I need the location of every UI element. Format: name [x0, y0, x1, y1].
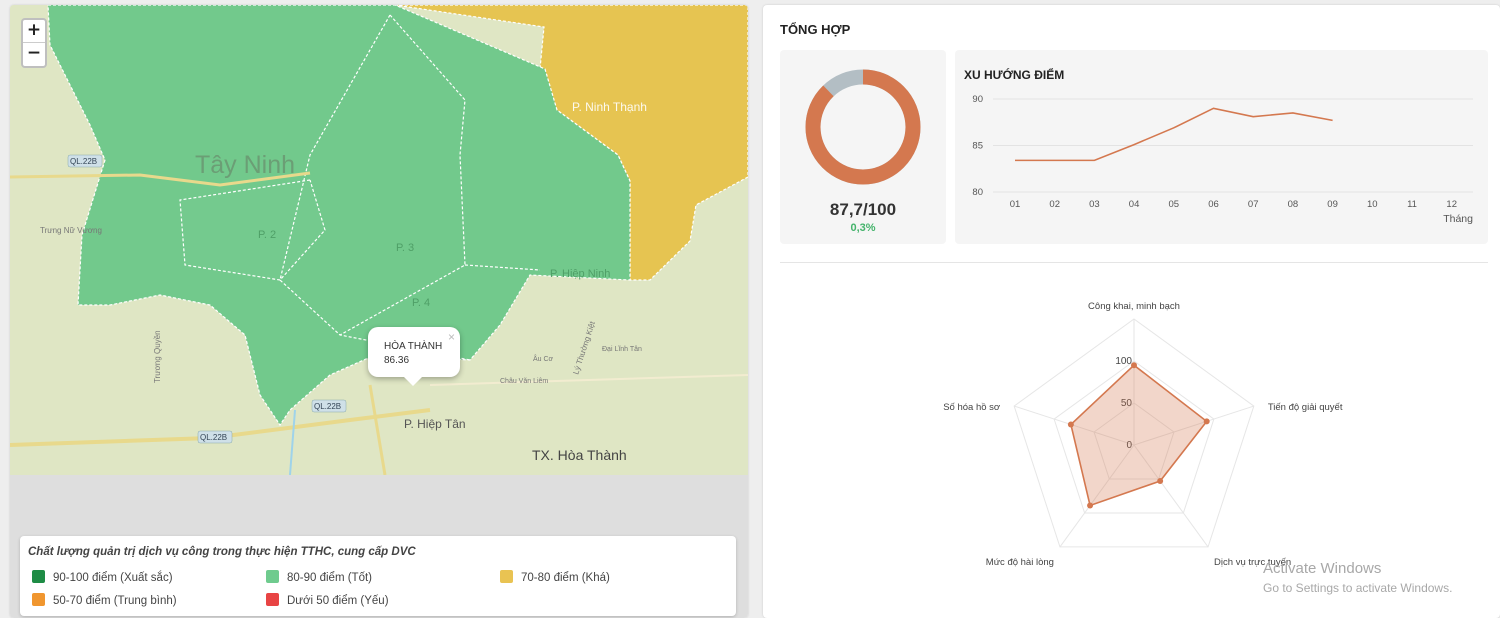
road-shield-1-label: QL.22B	[70, 157, 97, 166]
trend-card: XU HƯỚNG ĐIỂM 80 85 90 01 02 03 04 05 06 07 08 09 10…	[955, 50, 1488, 244]
legend-label: Dưới 50 điểm (Yếu)	[287, 595, 389, 607]
x-tick-label: 05	[1169, 199, 1180, 210]
legend-swatch	[500, 570, 513, 584]
legend-label: 50-70 điểm (Trung bình)	[53, 595, 177, 607]
x-tick-label: 06	[1208, 199, 1219, 210]
x-tick-label: 08	[1288, 199, 1299, 210]
legend-item-excellent: 90-100 điểm (Xuất sắc)	[32, 570, 173, 585]
legend-title: Chất lượng quản trị dịch vụ công trong t…	[28, 546, 416, 558]
x-axis-label: Tháng	[1443, 213, 1473, 225]
radar-point	[1087, 502, 1094, 509]
map-label-dai-linh-tan: Đại Lĩnh Tân	[602, 346, 642, 353]
score-donut	[805, 69, 921, 185]
radar-axis-label: Công khai, minh bạch	[1088, 301, 1180, 312]
map-popup: × HÒA THÀNH 86.36	[368, 327, 460, 386]
map-label-chau-van-liem: Châu Văn Liêm	[500, 378, 548, 385]
legend-label: 80-90 điểm (Tốt)	[287, 572, 373, 584]
score-value: 87,7/100	[829, 200, 897, 219]
map-label-hiep-ninh: P. Hiệp Ninh	[550, 268, 610, 280]
x-tick-label: 11	[1407, 199, 1417, 210]
legend-item-average: 50-70 điểm (Trung bình)	[32, 593, 177, 608]
x-tick-label: 01	[1010, 199, 1021, 210]
summary-title: TỔNG HỢP	[780, 22, 851, 37]
map-label-tx-hoa-thanh: TX. Hòa Thành	[532, 447, 627, 463]
x-tick-label: 10	[1367, 199, 1378, 210]
map-label-trung-nu-vuong: Trưng Nữ Vương	[40, 226, 102, 235]
x-tick-label: 04	[1129, 199, 1140, 210]
radar-point	[1131, 362, 1137, 369]
donut-score-arc	[805, 69, 921, 185]
summary-panel: TỔNG HỢP 87,7/100 0,3% XU HƯỚNG ĐIỂM 80 8…	[763, 5, 1500, 618]
x-tick-label: 09	[1327, 199, 1338, 210]
legend-swatch	[32, 593, 45, 607]
radar-axis-label: Số hóa hồ sơ	[943, 402, 1000, 413]
popup-value: 86.36	[384, 355, 410, 366]
popup-close-icon[interactable]: ×	[448, 330, 455, 344]
x-tick-label: 07	[1248, 199, 1259, 210]
y-tick-label: 80	[972, 187, 983, 198]
map-legend: Chất lượng quản trị dịch vụ công trong t…	[20, 536, 736, 616]
legend-swatch	[32, 570, 45, 584]
legend-item-good: 80-90 điểm (Tốt)	[266, 570, 373, 585]
watermark-line1: Activate Windows	[1263, 560, 1382, 577]
x-tick-label: 02	[1049, 199, 1060, 210]
radar-axis-label: Mức độ hài lòng	[986, 557, 1054, 568]
zoom-in-button[interactable]: +	[23, 20, 45, 43]
radar-tick-label: 100	[1115, 356, 1132, 367]
map-label-p4: P. 4	[412, 297, 430, 309]
legend-swatch	[266, 593, 279, 607]
y-tick-label: 90	[972, 94, 983, 105]
trend-line	[1015, 107, 1333, 162]
zoom-out-button[interactable]: −	[23, 43, 45, 66]
map-label-truong-quyen: Trương Quyền	[153, 330, 162, 383]
x-tick-label: 12	[1446, 199, 1457, 210]
radar-point	[1203, 418, 1210, 425]
radar-point	[1157, 478, 1164, 485]
legend-label: 70-80 điểm (Khá)	[521, 572, 610, 584]
map-svg[interactable]: Tây Ninh P. Ninh Thạnh P. 2 P. 3 P. Hiệp…	[10, 5, 748, 476]
trend-chart: 80 85 90 01 02 03 04 05 06 07 08 09 10 11 12 Tháng	[972, 94, 1473, 225]
radar-point	[1067, 421, 1074, 428]
legend-item-fair: 70-80 điểm (Khá)	[500, 570, 610, 585]
map-label-ninh-thanh: P. Ninh Thạnh	[572, 100, 647, 114]
map-canvas[interactable]: Tây Ninh P. Ninh Thạnh P. 2 P. 3 P. Hiệp…	[10, 5, 748, 476]
radar-area	[1070, 364, 1208, 507]
road-shield-2-label: QL.22B	[314, 402, 341, 411]
map-label-p2: P. 2	[258, 229, 276, 241]
zoom-control: + −	[21, 18, 47, 68]
legend-label: 90-100 điểm (Xuất sắc)	[53, 572, 173, 584]
road-shield-3-label: QL.22B	[200, 433, 227, 442]
map-label-p3: P. 3	[396, 242, 414, 254]
score-card: 87,7/100 0,3%	[780, 50, 946, 244]
map-label-tay-ninh: Tây Ninh	[195, 151, 295, 179]
map-label-au-co: Âu Cơ	[533, 354, 554, 363]
watermark-line2: Go to Settings to activate Windows.	[1263, 581, 1453, 595]
y-tick-label: 85	[972, 141, 983, 152]
legend-swatch	[266, 570, 279, 584]
radar-axis-label: Tiến độ giải quyết	[1268, 402, 1343, 413]
x-tick-label: 03	[1089, 199, 1100, 210]
score-change: 0,3%	[850, 222, 876, 234]
legend-item-weak: Dưới 50 điểm (Yếu)	[266, 593, 389, 608]
divider	[780, 262, 1488, 263]
map-label-hiep-tan: P. Hiệp Tân	[404, 417, 466, 431]
windows-watermark: Activate Windows Go to Settings to activ…	[1263, 560, 1452, 595]
map-panel: Tây Ninh P. Ninh Thạnh P. 2 P. 3 P. Hiệp…	[10, 5, 748, 618]
